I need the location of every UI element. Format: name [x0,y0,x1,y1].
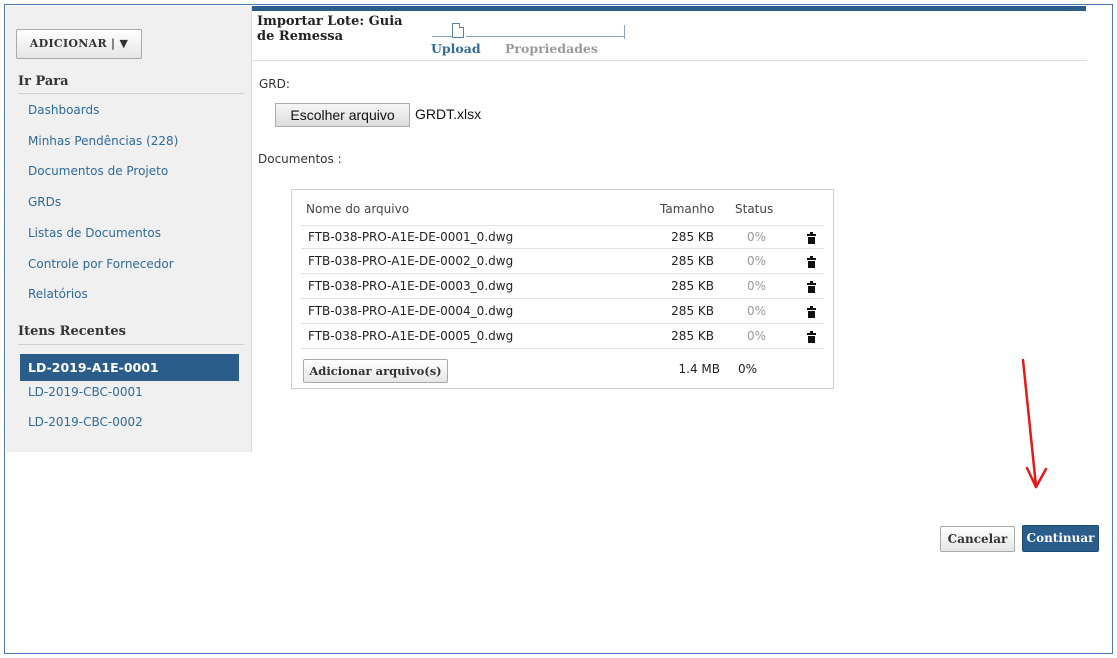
wizard-step-properties[interactable]: Propriedades [505,41,598,56]
selected-file-name: GRDT.xlsx [415,106,482,122]
sidebar-item-dashboards[interactable]: Dashboards [28,103,99,117]
divider [18,344,244,345]
file-status-cell: 0% [747,230,767,244]
add-dropdown-button[interactable]: ADICIONAR | ▼ [16,29,142,59]
file-name-cell: FTB-038-PRO-A1E-DE-0002_0.dwg [308,254,514,268]
file-status-cell: 0% [747,304,767,318]
page-title: Importar Lote: Guia de Remessa [257,14,403,44]
file-status-cell: 0% [747,254,767,268]
recent-item-active[interactable]: LD-2019-A1E-0001 [20,354,239,381]
table-row: FTB-038-PRO-A1E-DE-0003_0.dwg 285 KB 0% [301,275,824,299]
recent-item[interactable]: LD-2019-CBC-0001 [28,385,143,399]
file-size-cell: 285 KB [671,329,714,343]
grd-label: GRD: [259,77,290,91]
wizard-line [432,36,452,37]
recent-item[interactable]: LD-2019-CBC-0002 [28,415,143,429]
goto-heading: Ir Para [18,74,69,89]
divider [18,93,244,94]
documents-label: Documentos : [258,152,342,166]
wizard-step-upload[interactable]: Upload [431,41,481,56]
sidebar-item-listas-documentos[interactable]: Listas de Documentos [28,226,161,240]
top-accent-bar [250,6,1086,11]
trash-icon[interactable] [807,232,816,244]
sidebar-item-controle-fornecedor[interactable]: Controle por Fornecedor [28,257,174,271]
document-icon [452,23,464,38]
files-table: Nome do arquivo Tamanho Status FTB-038-P… [291,189,834,389]
trash-icon[interactable] [807,306,816,318]
file-name-cell: FTB-038-PRO-A1E-DE-0005_0.dwg [308,329,514,343]
file-name-cell: FTB-038-PRO-A1E-DE-0001_0.dwg [308,230,514,244]
wizard-line [466,36,624,37]
cancel-button[interactable]: Cancelar [940,526,1015,552]
annotation-arrow-icon [1021,358,1048,489]
table-row: FTB-038-PRO-A1E-DE-0001_0.dwg 285 KB 0% [301,225,824,249]
trash-icon[interactable] [807,331,816,343]
total-status: 0% [738,362,758,376]
total-size: 1.4 MB [678,362,720,376]
table-row: FTB-038-PRO-A1E-DE-0002_0.dwg 285 KB 0% [301,250,824,274]
table-row: FTB-038-PRO-A1E-DE-0005_0.dwg 285 KB 0% [301,325,824,349]
sidebar-item-relatorios[interactable]: Relatórios [28,287,88,301]
trash-icon[interactable] [807,256,816,268]
file-size-cell: 285 KB [671,279,714,293]
sidebar-item-documentos-projeto[interactable]: Documentos de Projeto [28,164,168,178]
wizard-end-tick [624,25,625,39]
table-row: FTB-038-PRO-A1E-DE-0004_0.dwg 285 KB 0% [301,300,824,324]
column-header-name: Nome do arquivo [306,202,410,216]
file-name-cell: FTB-038-PRO-A1E-DE-0004_0.dwg [308,304,514,318]
choose-file-button[interactable]: Escolher arquivo [275,103,410,127]
file-size-cell: 285 KB [671,304,714,318]
file-name-cell: FTB-038-PRO-A1E-DE-0003_0.dwg [308,279,514,293]
sidebar: ADICIONAR | ▼ Ir Para Dashboards Minhas … [6,6,252,452]
header-divider [252,60,1087,61]
column-header-status: Status [735,202,774,216]
column-header-size: Tamanho [660,202,715,216]
add-files-button[interactable]: Adicionar arquivo(s) [303,359,448,383]
file-status-cell: 0% [747,279,767,293]
sidebar-item-grds[interactable]: GRDs [28,195,61,209]
file-status-cell: 0% [747,329,767,343]
recent-items-heading: Itens Recentes [18,324,126,339]
continue-button[interactable]: Continuar [1022,525,1099,552]
sidebar-item-pendencias[interactable]: Minhas Pendências (228) [28,134,178,148]
file-size-cell: 285 KB [671,230,714,244]
trash-icon[interactable] [807,281,816,293]
file-size-cell: 285 KB [671,254,714,268]
